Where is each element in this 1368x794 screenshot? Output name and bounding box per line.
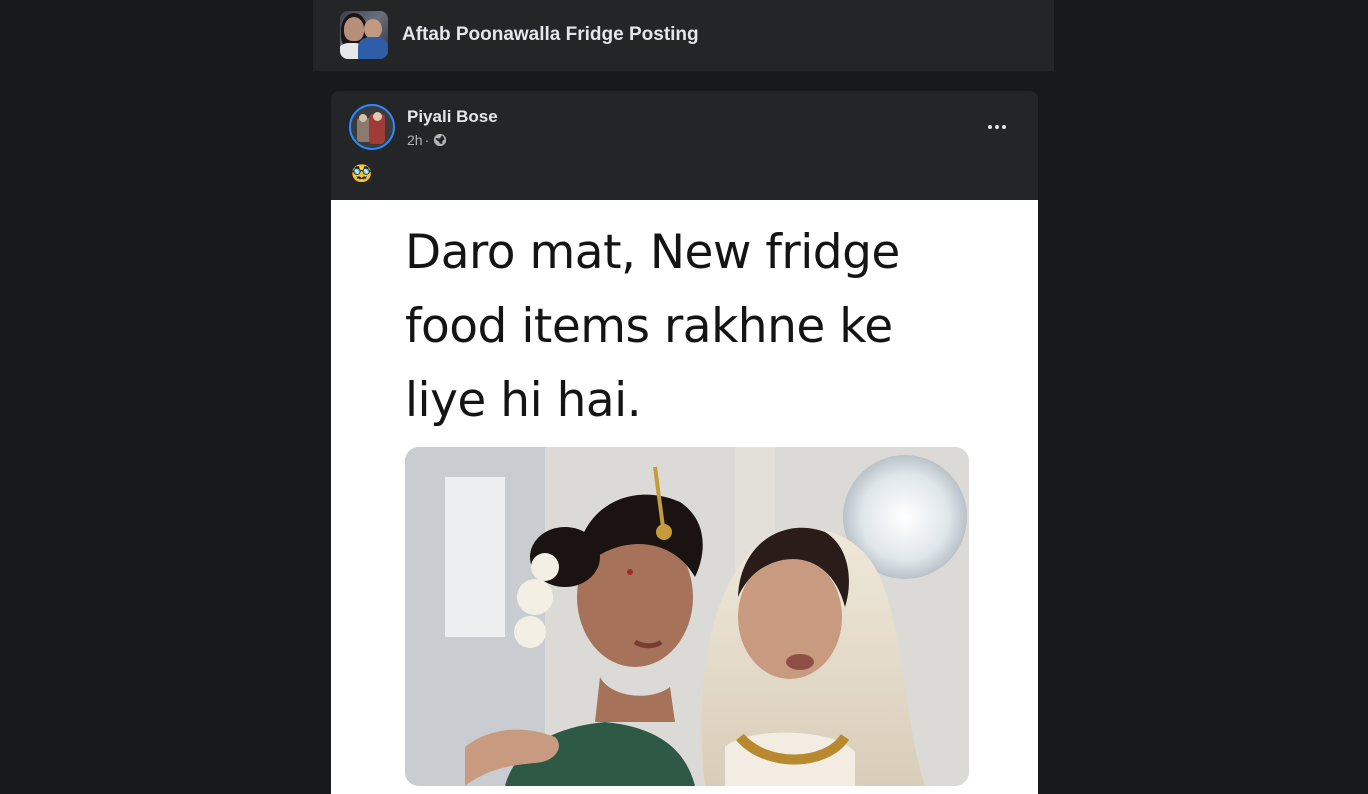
group-header: Aftab Poonawalla Fridge Posting: [313, 0, 1054, 71]
author-avatar[interactable]: [349, 104, 395, 150]
post-meta: 2h ·: [407, 132, 447, 148]
post-card: Piyali Bose 2h · 🥸 Daro mat, New fridge …: [331, 91, 1038, 794]
more-options-icon: [988, 125, 992, 129]
more-options-button[interactable]: [979, 111, 1015, 143]
author-name[interactable]: Piyali Bose: [407, 107, 498, 127]
meme-photo-illustration: [405, 447, 969, 786]
meme-text: Daro mat, New fridge food items rakhne k…: [405, 225, 900, 428]
globe-icon[interactable]: [433, 133, 447, 147]
group-avatar[interactable]: [340, 11, 388, 59]
meta-separator: ·: [424, 132, 430, 148]
meme-photo: [405, 447, 969, 786]
post-image[interactable]: Daro mat, New fridge food items rakhne k…: [331, 200, 1038, 794]
post-emoji: 🥸: [351, 164, 373, 183]
group-title[interactable]: Aftab Poonawalla Fridge Posting: [402, 24, 699, 46]
post-time[interactable]: 2h: [407, 132, 423, 148]
